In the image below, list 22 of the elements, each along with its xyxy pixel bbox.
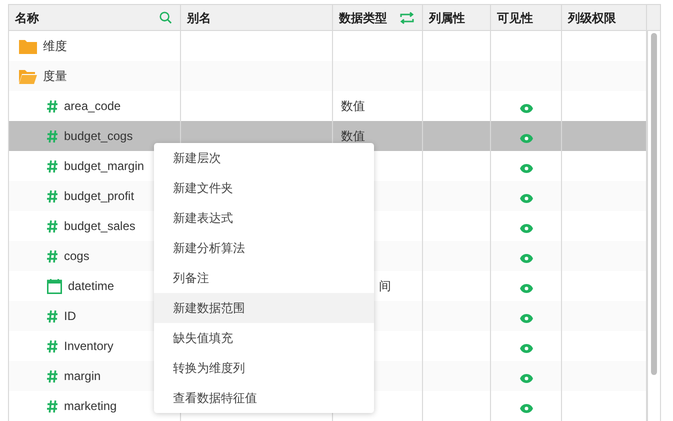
field-name: budget_sales [64, 218, 136, 235]
field-name: budget_profit [64, 188, 134, 205]
column-header: 别名 [187, 10, 211, 26]
field-name: ID [64, 308, 76, 325]
field-name: datetime [68, 278, 114, 295]
data-type-text: 间 [379, 278, 391, 295]
field-name: Inventory [64, 338, 114, 355]
data-type-text: 数值 [341, 128, 365, 145]
data-type-text: 数值 [341, 98, 365, 115]
column-header: 可见性 [497, 10, 533, 26]
column-header: 列级权限 [568, 10, 616, 26]
field-name: 度量 [43, 68, 67, 85]
field-name: area_code [64, 98, 121, 115]
field-name: margin [64, 368, 101, 385]
field-name: cogs [64, 248, 90, 265]
column-header: 列属性 [429, 10, 465, 26]
field-name: marketing [64, 398, 117, 415]
column-header: 名称 [15, 10, 39, 26]
column-header: 数据类型 [339, 10, 387, 26]
field-name: budget_cogs [64, 128, 133, 145]
field-name: budget_margin [64, 158, 144, 175]
field-name: 维度 [43, 38, 67, 55]
